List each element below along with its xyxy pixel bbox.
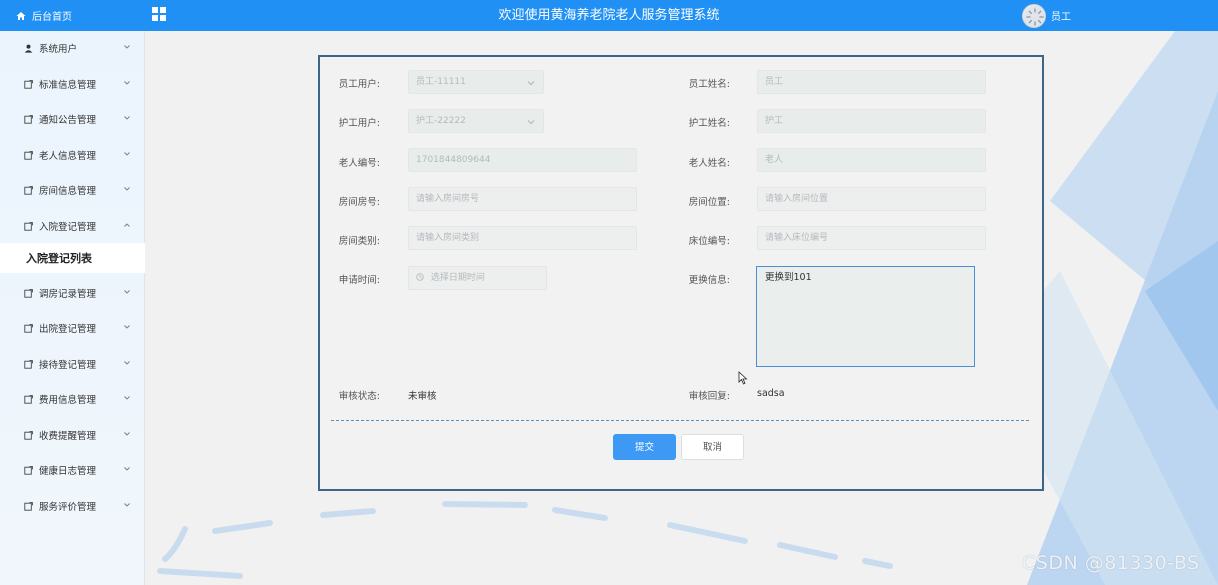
cancel-button[interactable]: 取消 — [681, 434, 744, 460]
sidebar-item-label: 通知公告管理 — [39, 115, 97, 126]
avatar — [1022, 3, 1046, 28]
change-info-textarea[interactable]: 更换到101 — [756, 266, 975, 367]
chevron-up-icon — [124, 223, 130, 227]
user-icon — [24, 44, 33, 53]
submenu-admission-list[interactable]: 入院登记列表 — [0, 243, 145, 273]
staff-user-value: 员工-11111 — [416, 77, 466, 87]
elder-name-input[interactable]: 老人 — [757, 148, 986, 172]
doc-icon — [24, 465, 33, 475]
label-bed-no: 床位编号: — [688, 236, 730, 247]
clock-icon — [416, 273, 424, 281]
chevron-down-icon — [527, 81, 535, 86]
sidebar-item-label: 健康日志管理 — [39, 466, 97, 477]
sidebar-item-label: 服务评价管理 — [39, 502, 97, 513]
label-elder-no: 老人编号: — [338, 158, 380, 169]
elder-no-input[interactable]: 1701844809644 — [408, 148, 637, 172]
doc-icon — [24, 359, 33, 369]
chevron-down-icon — [124, 45, 130, 49]
sidebar-item[interactable]: 通知公告管理 — [0, 102, 145, 136]
sidebar-item-label: 入院登记管理 — [39, 222, 97, 233]
submit-button[interactable]: 提交 — [613, 434, 676, 460]
doc-icon — [24, 185, 33, 195]
chevron-down-icon — [124, 361, 130, 365]
label-nurse-user: 护工用户: — [338, 118, 380, 129]
chevron-down-icon — [124, 290, 130, 294]
label-room-location: 房间位置: — [688, 197, 730, 208]
doc-icon — [24, 430, 33, 440]
chevron-down-icon — [124, 467, 130, 471]
chevron-down-icon — [124, 116, 130, 120]
sidebar-item-label: 出院登记管理 — [39, 324, 97, 335]
chevron-down-icon — [124, 152, 130, 156]
nurse-name-input[interactable]: 护工 — [757, 109, 986, 133]
sidebar-item-label: 接待登记管理 — [39, 360, 97, 371]
doc-icon — [24, 323, 33, 333]
sidebar-item-label: 系统用户 — [39, 44, 78, 55]
doc-icon — [24, 501, 33, 511]
label-nurse-name: 护工姓名: — [688, 118, 730, 129]
sidebar-item[interactable]: 服务评价管理 — [0, 489, 145, 523]
chevron-down-icon — [124, 325, 130, 329]
apply-time-placeholder: 选择日期时间 — [430, 273, 485, 283]
room-no-input[interactable]: 请输入房间房号 — [408, 187, 637, 211]
home-icon — [16, 11, 26, 20]
label-apply-time: 申请时间: — [338, 275, 380, 286]
doc-icon — [24, 79, 33, 89]
chevron-down-icon — [124, 503, 130, 507]
staff-user-select[interactable]: 员工-11111 — [408, 70, 544, 94]
label-change-info: 更换信息: — [688, 275, 730, 286]
nurse-user-select[interactable]: 护工-22222 — [408, 109, 544, 133]
label-staff-name: 员工姓名: — [688, 79, 730, 90]
doc-icon — [24, 288, 33, 298]
chevron-down-icon — [124, 81, 130, 85]
staff-name-input[interactable]: 员工 — [757, 70, 986, 94]
label-review-reply: 审核回复: — [688, 391, 730, 402]
sidebar-item[interactable]: 入院登记管理 — [0, 209, 145, 243]
sidebar-item[interactable]: 接待登记管理 — [0, 347, 145, 381]
sidebar-item[interactable]: 标准信息管理 — [0, 67, 145, 101]
label-staff-user: 员工用户: — [338, 79, 380, 90]
chevron-down-icon — [124, 187, 130, 191]
watermark: CSDN @81330-BS — [1022, 552, 1200, 574]
sidebar-item-label: 老人信息管理 — [39, 151, 97, 162]
sidebar-item-label: 调房记录管理 — [39, 289, 97, 300]
menu-toggle-icon[interactable] — [152, 7, 166, 21]
user-menu[interactable]: 员工 — [1022, 3, 1071, 28]
doc-icon — [24, 150, 33, 160]
form-divider — [331, 420, 1029, 421]
label-room-no: 房间房号: — [338, 197, 380, 208]
sidebar-item[interactable]: 房间信息管理 — [0, 173, 145, 207]
home-link[interactable]: 后台首页 — [0, 0, 145, 31]
user-name: 员工 — [1051, 12, 1071, 23]
room-type-input[interactable]: 请输入房间类别 — [408, 226, 637, 250]
sidebar-item-label: 收费提醒管理 — [39, 431, 97, 442]
review-status-value: 未审核 — [408, 391, 437, 402]
review-reply-value: sadsa — [757, 388, 785, 399]
sidebar-item[interactable]: 调房记录管理 — [0, 276, 145, 310]
sidebar-item-label: 标准信息管理 — [39, 80, 97, 91]
apply-time-picker[interactable]: 选择日期时间 — [408, 266, 547, 290]
chevron-down-icon — [527, 120, 535, 125]
chevron-down-icon — [124, 432, 130, 436]
sidebar-item-label: 费用信息管理 — [39, 395, 97, 406]
label-room-type: 房间类别: — [338, 236, 380, 247]
bed-no-input[interactable]: 请输入床位编号 — [757, 226, 986, 250]
nurse-user-value: 护工-22222 — [416, 116, 466, 126]
label-review-status: 审核状态: — [338, 391, 380, 402]
sidebar-item[interactable]: 系统用户 — [0, 31, 145, 65]
sidebar-item[interactable]: 老人信息管理 — [0, 138, 145, 172]
sidebar-item[interactable]: 健康日志管理 — [0, 453, 145, 487]
sidebar-item-label: 房间信息管理 — [39, 186, 97, 197]
doc-icon — [24, 394, 33, 404]
doc-icon — [24, 221, 33, 231]
mouse-cursor-icon — [738, 371, 748, 385]
room-location-input[interactable]: 请输入房间位置 — [757, 187, 986, 211]
sidebar-item[interactable]: 费用信息管理 — [0, 382, 145, 416]
sidebar-item[interactable]: 收费提醒管理 — [0, 418, 145, 452]
sidebar-item[interactable]: 出院登记管理 — [0, 311, 145, 345]
chevron-down-icon — [124, 396, 130, 400]
doc-icon — [24, 114, 33, 124]
label-elder-name: 老人姓名: — [688, 158, 730, 169]
home-label: 后台首页 — [32, 12, 72, 23]
